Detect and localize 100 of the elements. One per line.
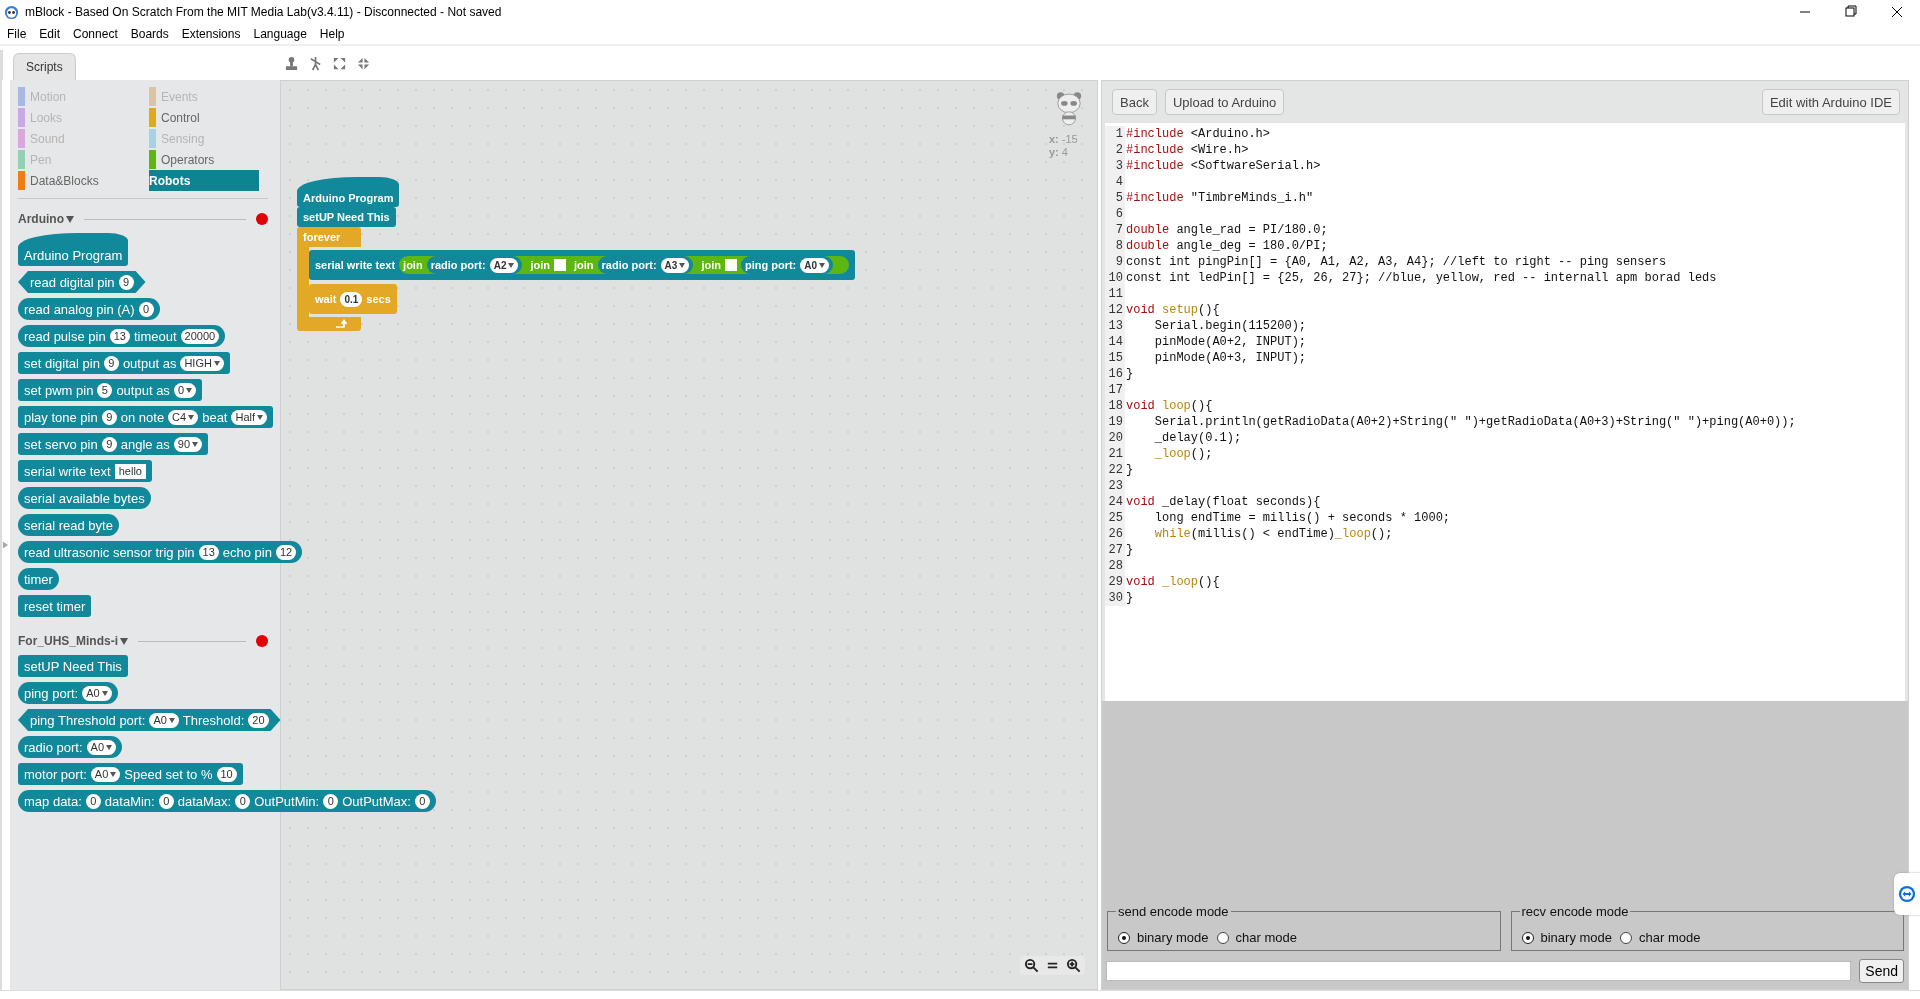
number-input[interactable]: 5 (97, 382, 113, 398)
category-item[interactable]: Operators (149, 149, 259, 170)
section-title[interactable]: For_UHS_Minds-i (18, 634, 118, 648)
code-block[interactable]: play tone pin 9 on note C4 beat Half (18, 406, 274, 428)
code-block[interactable]: map data: 0 dataMin: 0 dataMax: 0 OutPutMin: 0 OutPutMax: 0 (18, 790, 436, 812)
number-input[interactable]: 0 (158, 793, 174, 809)
radio-label[interactable]: binary mode (1540, 930, 1613, 945)
code-block[interactable]: set pwm pin 5 output as 0 (18, 379, 202, 401)
text-input[interactable] (724, 259, 737, 271)
code-block[interactable]: serial read byte (18, 514, 119, 536)
code-block[interactable]: read ultrasonic sensor trig pin 13 echo pin 12 (18, 541, 303, 563)
grow-icon[interactable] (332, 55, 347, 71)
menu-item[interactable]: Edit (39, 27, 61, 41)
code-block[interactable]: set digital pin 9 output as HIGH (18, 352, 230, 374)
dropdown[interactable]: A0 (82, 685, 112, 701)
code-block[interactable]: setUP Need This (18, 655, 128, 677)
edit-in-ide-button[interactable]: Edit with Arduino IDE (1761, 89, 1900, 115)
number-input[interactable]: 0 (138, 301, 154, 317)
code-block[interactable]: radio port: A2 (426, 256, 523, 274)
code-block[interactable]: serial write text join radio port: A2 join join radio port: A3 join ping port: A0 (309, 250, 856, 280)
number-input[interactable]: 0 (323, 793, 339, 809)
number-input[interactable]: 0 (414, 793, 430, 809)
code-block[interactable]: Arduino Program (18, 233, 129, 266)
category-item[interactable]: Robots (149, 170, 259, 191)
text-input[interactable] (554, 259, 566, 271)
dropdown[interactable]: 0 (173, 382, 196, 398)
dropdown[interactable]: A0 (800, 257, 830, 273)
dropdown[interactable]: 90 (173, 436, 203, 452)
radio-button[interactable] (1620, 931, 1633, 944)
dropdown[interactable]: A0 (90, 766, 121, 782)
menu-item[interactable]: Language (253, 27, 307, 41)
category-item[interactable]: Data&Blocks (18, 170, 149, 191)
dropdown[interactable]: C4 (168, 409, 199, 425)
number-input[interactable]: 20 (248, 712, 269, 728)
scripts-tab[interactable]: Scripts (13, 53, 76, 80)
code-block[interactable]: read pulse pin 13 timeout 20000 (18, 325, 226, 347)
number-input[interactable]: 0.1 (340, 291, 363, 307)
number-input[interactable]: 12 (275, 544, 297, 560)
radio-button[interactable] (1216, 931, 1229, 944)
number-input[interactable]: 9 (118, 274, 134, 290)
radio-button[interactable] (1521, 931, 1534, 944)
code-block[interactable]: serial write text hello (18, 460, 152, 482)
number-input[interactable]: 9 (103, 355, 119, 371)
text-input[interactable]: hello (114, 463, 146, 479)
menu-item[interactable]: Extensions (181, 27, 241, 41)
menu-item[interactable]: Boards (130, 27, 169, 41)
radio-label[interactable]: char mode (1235, 930, 1297, 945)
input-field[interactable] (1106, 961, 1852, 981)
code-block[interactable]: serial available bytes (18, 487, 151, 509)
code-block[interactable]: radio port: A3 (597, 256, 694, 274)
caret-icon[interactable] (66, 215, 74, 223)
radio-button[interactable] (1118, 931, 1130, 944)
dropdown[interactable]: A0 (86, 739, 116, 755)
code-block[interactable]: wait 0.1 secs (309, 284, 397, 314)
stamp-icon[interactable] (284, 55, 299, 71)
caret-icon (106, 744, 112, 750)
menu-item[interactable]: File (7, 27, 27, 41)
menu-item[interactable]: Connect (73, 27, 118, 41)
double-arrow-icon (1898, 885, 1916, 903)
send-button[interactable]: Send (1859, 959, 1904, 983)
code-block[interactable]: Arduino Program (297, 177, 400, 207)
code-block[interactable]: radio port: A0 (18, 736, 122, 758)
number-input[interactable]: 13 (109, 328, 130, 344)
section-title[interactable]: Arduino (18, 212, 64, 226)
dropdown[interactable]: A2 (489, 257, 519, 273)
side-tab[interactable] (1894, 873, 1920, 915)
shrink-icon[interactable] (356, 55, 371, 71)
code-block[interactable]: read analog pin (A) 0 (18, 298, 160, 320)
code-block[interactable]: timer (18, 568, 59, 590)
code-block[interactable]: ping Threshold port: A0 Threshold: 20 (18, 709, 281, 731)
code-block[interactable]: motor port: A0 Speed set to % 10 (18, 763, 243, 785)
toolbar-button[interactable]: Back (1112, 89, 1157, 115)
menu-item[interactable]: Help (319, 27, 345, 41)
dropdown[interactable]: A3 (660, 257, 690, 273)
code-block[interactable]: set servo pin 9 angle as 90 (18, 433, 209, 455)
code-line: long endTime = millis() + seconds * 1000; (1153, 511, 1451, 525)
number-input[interactable]: 9 (101, 409, 117, 425)
code-block[interactable]: ping port: A0 (740, 256, 834, 274)
code-block[interactable]: reset timer (18, 595, 92, 617)
dropdown[interactable]: Half (231, 409, 268, 425)
number-input[interactable]: 0 (85, 793, 101, 809)
zoom-in-icon[interactable] (1066, 958, 1081, 973)
code-editor[interactable] (1105, 123, 1905, 701)
code-block[interactable]: join radio port: A2 join join radio port: A3 join ping port: A0 (399, 256, 850, 274)
number-input[interactable]: 0 (235, 793, 251, 809)
number-input[interactable]: 13 (198, 544, 219, 560)
number-input[interactable]: 20000 (180, 328, 220, 344)
number-input[interactable]: 9 (101, 436, 117, 452)
zoom-out-icon[interactable] (1024, 958, 1039, 973)
caret-icon[interactable] (120, 637, 128, 645)
dropdown[interactable]: HIGH (180, 355, 224, 371)
category-item[interactable]: Control (149, 107, 259, 128)
toolbar-button[interactable]: Upload to Arduino (1164, 89, 1285, 115)
number-input[interactable]: 10 (216, 766, 237, 782)
code-block[interactable]: setUP Need This (297, 207, 396, 227)
dropdown[interactable]: A0 (149, 712, 179, 728)
radio-label[interactable]: char mode (1639, 930, 1701, 945)
radio-label[interactable]: binary mode (1137, 930, 1209, 945)
code-block[interactable]: read digital pin 9 (18, 271, 146, 293)
code-block[interactable]: ping port: A0 (18, 682, 118, 704)
